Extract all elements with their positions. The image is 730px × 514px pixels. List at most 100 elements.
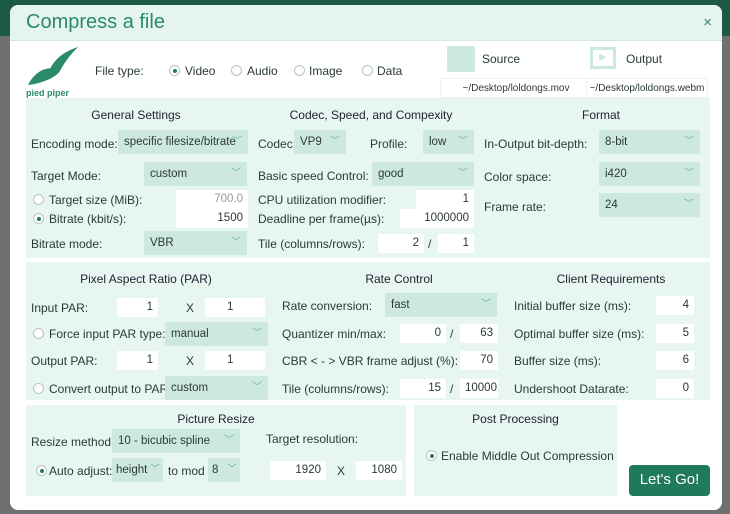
colorspace-value: i420 xyxy=(605,168,627,180)
initial-buffer-input[interactable]: 4 xyxy=(656,296,694,315)
settings-panel-middle: Pixel Aspect Ratio (PAR) Rate Control Cl… xyxy=(26,262,710,400)
target-size-label: Target size (MiB): xyxy=(49,193,143,207)
speed-value: good xyxy=(378,168,404,180)
tile-separator: / xyxy=(428,237,432,251)
picture-resize-title: Picture Resize xyxy=(177,412,255,426)
deadline-input[interactable]: 1000000 xyxy=(400,209,474,228)
middle-out-radio[interactable] xyxy=(426,450,437,461)
auto-adjust-value: height xyxy=(116,464,148,476)
radio-video[interactable] xyxy=(169,65,180,76)
auto-adjust-select[interactable]: height ﹀ xyxy=(112,458,163,482)
colorspace-select[interactable]: i420 ﹀ xyxy=(599,162,700,186)
rate-control-title: Rate Control xyxy=(365,272,433,286)
dialog-header: Compress a file × xyxy=(10,5,722,41)
force-par-select[interactable]: manual ﹀ xyxy=(165,322,268,346)
convert-par-select[interactable]: custom ﹀ xyxy=(165,376,268,400)
optimal-buffer-label: Optimal buffer size (ms): xyxy=(514,327,645,341)
rate-tile-label: Tile (columns/rows): xyxy=(282,382,389,396)
codec-title: Codec, Speed, and Compexity xyxy=(289,108,453,122)
speed-label: Basic speed Control: xyxy=(258,169,369,183)
profile-select[interactable]: low ﹀ xyxy=(423,130,474,154)
to-mod-label: to mod xyxy=(168,464,205,478)
target-mode-select[interactable]: custom ﹀ xyxy=(144,162,247,186)
codec-select[interactable]: VP9 ﹀ xyxy=(294,130,346,154)
encoding-mode-label: Encoding mode: xyxy=(31,137,118,151)
cbr-vbr-label: CBR < - > VBR frame adjust (%): xyxy=(282,354,459,368)
radio-audio-label: Audio xyxy=(247,64,278,78)
cbr-vbr-input[interactable]: 70 xyxy=(460,351,498,370)
convert-par-radio[interactable] xyxy=(33,383,44,394)
resize-method-select[interactable]: 10 - bicubic spline ﹀ xyxy=(112,429,240,453)
cpu-label: CPU utilization modifier: xyxy=(258,193,387,207)
undershoot-input[interactable]: 0 xyxy=(656,379,694,398)
source-label: Source xyxy=(482,52,521,66)
rate-conversion-select[interactable]: fast ﹀ xyxy=(385,293,497,317)
auto-adjust-radio[interactable] xyxy=(36,465,47,476)
radio-data[interactable] xyxy=(362,65,373,76)
chevron-down-icon: ﹀ xyxy=(684,199,694,210)
folder-icon[interactable] xyxy=(447,46,475,72)
rate-tile-rows-input[interactable]: 10000 xyxy=(460,379,498,398)
quantizer-separator: / xyxy=(450,327,454,341)
output-par-label: Output PAR: xyxy=(31,354,98,368)
tile-rows-input[interactable]: 1 xyxy=(438,234,474,253)
middle-out-label: Enable Middle Out Compression xyxy=(441,449,614,463)
rate-tile-columns-input[interactable]: 15 xyxy=(400,379,446,398)
radio-image[interactable] xyxy=(294,65,305,76)
bitrate-label: Bitrate (kbit/s): xyxy=(49,212,127,226)
convert-par-label: Convert output to PAR: xyxy=(49,382,172,396)
tile-columns-input[interactable]: 2 xyxy=(378,234,424,253)
optimal-buffer-input[interactable]: 5 xyxy=(656,324,694,343)
input-par-height[interactable]: 1 xyxy=(205,298,265,317)
mod-select[interactable]: 8 ﹀ xyxy=(208,458,240,482)
bitrate-input[interactable]: 1500 xyxy=(176,209,248,228)
quantizer-min-input[interactable]: 0 xyxy=(400,324,446,343)
bitdepth-select[interactable]: 8-bit ﹀ xyxy=(599,130,700,154)
chevron-down-icon: ﹀ xyxy=(224,435,234,446)
buffer-size-input[interactable]: 6 xyxy=(656,351,694,370)
radio-audio[interactable] xyxy=(231,65,242,76)
cpu-input[interactable]: 1 xyxy=(416,190,474,209)
chevron-down-icon: ﹀ xyxy=(232,136,242,147)
par-title: Pixel Aspect Ratio (PAR) xyxy=(80,272,212,286)
target-size-radio[interactable] xyxy=(33,194,44,205)
framerate-value: 24 xyxy=(605,199,618,211)
initial-buffer-label: Initial buffer size (ms): xyxy=(514,299,632,313)
lets-go-button[interactable]: Let's Go! xyxy=(629,465,710,496)
speed-select[interactable]: good ﹀ xyxy=(372,162,474,186)
file-type-label: File type: xyxy=(95,64,144,78)
quantizer-label: Quantizer min/max: xyxy=(282,327,387,341)
encoding-mode-select[interactable]: specific filesize/bitrate ﹀ xyxy=(118,130,248,154)
target-height-input[interactable]: 1080 xyxy=(356,461,402,480)
post-processing-title: Post Processing xyxy=(472,412,559,426)
chevron-down-icon: ﹀ xyxy=(252,328,262,339)
output-par-height[interactable]: 1 xyxy=(205,351,265,370)
radio-data-label: Data xyxy=(377,64,403,78)
target-size-input[interactable]: 700.0 xyxy=(176,190,248,209)
framerate-select[interactable]: 24 ﹀ xyxy=(599,193,700,217)
bitrate-radio[interactable] xyxy=(33,213,44,224)
force-par-label: Force input PAR type: xyxy=(49,327,166,341)
play-video-icon[interactable]: ▶ xyxy=(590,47,616,69)
rate-tile-separator: / xyxy=(450,382,454,396)
chevron-down-icon: ﹀ xyxy=(481,299,491,310)
close-icon[interactable]: × xyxy=(703,14,712,31)
bitdepth-value: 8-bit xyxy=(605,136,628,148)
resize-method-value: 10 - bicubic spline xyxy=(118,435,211,447)
source-path-field[interactable]: ~/Desktop/loldongs.mov xyxy=(440,78,592,98)
output-par-width[interactable]: 1 xyxy=(117,351,158,370)
encoding-mode-value: specific filesize/bitrate xyxy=(124,136,236,148)
auto-adjust-label: Auto adjust: xyxy=(49,464,113,478)
quantizer-max-input[interactable]: 63 xyxy=(460,324,498,343)
picture-resize-panel: Picture Resize Resize method: 10 - bicub… xyxy=(26,405,406,496)
target-width-input[interactable]: 1920 xyxy=(270,461,326,480)
bitrate-mode-select[interactable]: VBR ﹀ xyxy=(144,231,247,255)
logo-text: pied piper xyxy=(26,88,70,98)
input-par-width[interactable]: 1 xyxy=(117,298,158,317)
output-path-field[interactable]: ~/Desktop/loldongs.webm xyxy=(586,78,708,98)
force-par-radio[interactable] xyxy=(33,328,44,339)
buffer-size-label: Buffer size (ms): xyxy=(514,354,602,368)
chevron-down-icon: ﹀ xyxy=(150,464,160,475)
pied-piper-logo: pied piper xyxy=(26,47,82,99)
format-title: Format xyxy=(581,108,620,122)
